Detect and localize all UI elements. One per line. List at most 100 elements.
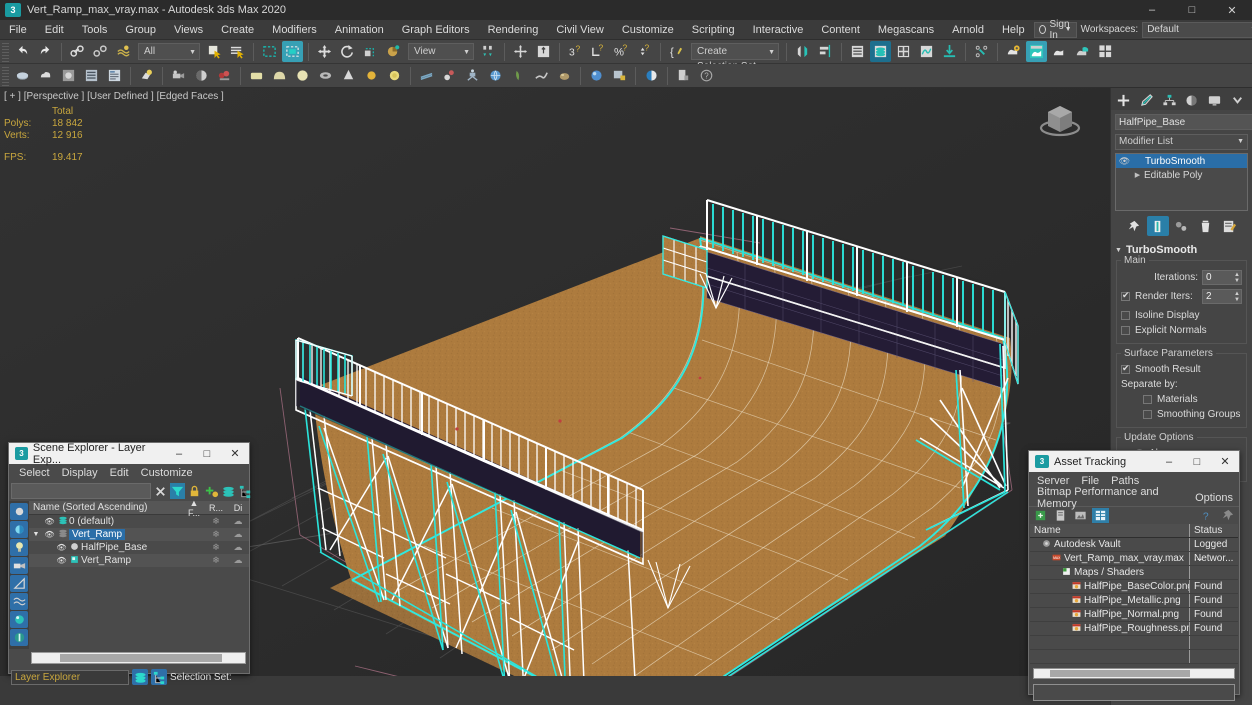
layer-explorer-mode-icon[interactable] bbox=[132, 669, 148, 685]
particle-system-icon[interactable] bbox=[439, 65, 460, 86]
frozen-cell[interactable]: ❄ bbox=[205, 555, 227, 566]
dynamics-icon[interactable] bbox=[554, 65, 575, 86]
max-script-icon[interactable] bbox=[673, 65, 694, 86]
viewport-label[interactable]: [ + ] [Perspective ] [User Defined ] [Ed… bbox=[4, 91, 224, 102]
maximize-button[interactable]: □ bbox=[1183, 451, 1211, 472]
align-icon[interactable] bbox=[815, 41, 836, 62]
isoline-display-checkbox[interactable] bbox=[1121, 311, 1130, 320]
menu-customize[interactable]: Customize bbox=[613, 20, 683, 40]
spinner-arrows-icon[interactable]: ▲ ▼ bbox=[1234, 272, 1240, 284]
cameras-filter-icon[interactable] bbox=[10, 557, 28, 574]
selection-filter-combo[interactable]: All ▼ bbox=[138, 43, 200, 60]
material-editor-icon[interactable] bbox=[12, 65, 33, 86]
systems-icon[interactable] bbox=[462, 65, 483, 86]
select-invert-icon[interactable] bbox=[10, 521, 28, 538]
select-by-name-icon[interactable] bbox=[227, 41, 248, 62]
modifier-list-dropdown[interactable]: Modifier List ▼ bbox=[1115, 134, 1248, 150]
menu-civil-view[interactable]: Civil View bbox=[547, 20, 612, 40]
pin-icon[interactable] bbox=[1219, 508, 1236, 523]
eye-icon[interactable]: 👁 bbox=[55, 543, 68, 552]
undo-icon[interactable] bbox=[12, 41, 33, 62]
asset-tracking-dialog[interactable]: 3 Asset Tracking – □ ✕ Server File Paths… bbox=[1028, 450, 1240, 701]
column-status[interactable]: Status bbox=[1190, 524, 1238, 537]
hair-fur-icon[interactable] bbox=[508, 65, 529, 86]
display-tab-icon[interactable] bbox=[1204, 90, 1225, 110]
menu-display[interactable]: Display bbox=[56, 467, 104, 479]
menu-customize[interactable]: Customize bbox=[135, 467, 199, 479]
workspace-select[interactable]: Default ▼ bbox=[1142, 21, 1252, 38]
help-icon[interactable]: ? bbox=[1199, 508, 1216, 523]
table-row[interactable]: Maps / Shaders bbox=[1030, 566, 1238, 580]
slate-material-editor-icon[interactable] bbox=[35, 65, 56, 86]
remove-modifier-icon[interactable] bbox=[1195, 216, 1217, 236]
snaps-toggle-icon[interactable] bbox=[533, 41, 554, 62]
hierarchy-mode-icon[interactable] bbox=[151, 669, 167, 685]
smoothing-groups-row[interactable]: Smoothing Groups bbox=[1121, 407, 1242, 422]
geosphere-icon[interactable] bbox=[485, 65, 506, 86]
explorer-mode-label[interactable]: Layer Explorer bbox=[11, 669, 129, 685]
column-frozen[interactable]: ▲ F... bbox=[183, 498, 205, 518]
menu-content[interactable]: Content bbox=[812, 20, 869, 40]
toolbar-grip[interactable] bbox=[2, 41, 9, 62]
materials-checkbox[interactable] bbox=[1143, 395, 1152, 404]
table-row[interactable]: Autodesk Vault Logged ... bbox=[1030, 538, 1238, 563]
menu-modifiers[interactable]: Modifiers bbox=[263, 20, 326, 40]
configure-modifier-sets-icon[interactable] bbox=[1219, 216, 1241, 236]
menu-arnold[interactable]: Arnold bbox=[943, 20, 993, 40]
render-cell[interactable]: ☁ bbox=[227, 555, 249, 566]
rendered-frame-window-icon[interactable] bbox=[1026, 41, 1047, 62]
bind-to-space-warp-icon[interactable] bbox=[113, 41, 134, 62]
eye-icon[interactable]: 👁 bbox=[43, 517, 56, 526]
list-item[interactable]: 👁 Vert_Ramp ❄ ☁ bbox=[29, 554, 249, 567]
menu-scripting[interactable]: Scripting bbox=[683, 20, 744, 40]
smooth-result-checkbox[interactable] bbox=[1121, 363, 1130, 374]
menu-select[interactable]: Select bbox=[13, 467, 56, 479]
make-unique-icon[interactable] bbox=[1171, 216, 1193, 236]
menu-bitmap-performance[interactable]: Bitmap Performance and Memory bbox=[1031, 486, 1189, 510]
compound-object-icon[interactable] bbox=[586, 65, 607, 86]
frozen-cell[interactable]: ❄ bbox=[205, 542, 227, 553]
isoline-display-row[interactable]: Isoline Display bbox=[1121, 308, 1242, 323]
window-crossing-icon[interactable] bbox=[282, 41, 303, 62]
table-row[interactable]: HalfPipe_Normal.png Found bbox=[1030, 608, 1238, 622]
light-icon[interactable] bbox=[136, 65, 157, 86]
help-icon[interactable]: ? bbox=[696, 65, 717, 86]
spacewarps-filter-icon[interactable] bbox=[10, 593, 28, 610]
list-item[interactable]: ▼ 👁 Vert_Ramp ❄ ☁ bbox=[29, 528, 249, 541]
table-row[interactable]: HalfPipe_BaseColor.png Found bbox=[1030, 580, 1238, 594]
curve-editor-icon[interactable] bbox=[916, 41, 937, 62]
menu-options[interactable]: Options bbox=[1189, 492, 1239, 504]
groups-filter-icon[interactable] bbox=[10, 611, 28, 628]
utilities-tab-icon[interactable] bbox=[1227, 90, 1248, 110]
project-folder-icon[interactable] bbox=[939, 41, 960, 62]
object-name-input[interactable] bbox=[1115, 114, 1252, 130]
open-explorer-icon[interactable] bbox=[641, 65, 662, 86]
spinner-arrows-icon[interactable]: ▲ ▼ bbox=[1234, 291, 1240, 303]
scene-converter-icon[interactable] bbox=[971, 41, 992, 62]
menu-megascans[interactable]: Megascans bbox=[869, 20, 943, 40]
column-display[interactable]: Dі bbox=[227, 503, 249, 513]
percent-snap-icon[interactable]: %? bbox=[611, 41, 632, 62]
camera-icon[interactable] bbox=[168, 65, 189, 86]
render-iters-spinner[interactable]: 2 ▲ ▼ bbox=[1202, 288, 1242, 304]
render-production-icon[interactable] bbox=[1049, 41, 1070, 62]
minimize-button[interactable]: – bbox=[1155, 451, 1183, 472]
select-and-move-icon[interactable] bbox=[314, 41, 335, 62]
scene-explorer-dialog[interactable]: 3 Scene Explorer - Layer Exp... – □ ✕ Se… bbox=[8, 442, 251, 685]
cone-primitive-icon[interactable] bbox=[338, 65, 359, 86]
close-button[interactable]: ✕ bbox=[1212, 0, 1252, 20]
edit-named-selection-sets-icon[interactable]: { bbox=[666, 41, 687, 62]
column-name[interactable]: Name (Sorted Ascending) bbox=[29, 502, 183, 513]
minimize-button[interactable]: – bbox=[165, 443, 193, 464]
expand-arrow-icon[interactable]: ▼ bbox=[29, 531, 43, 538]
torus-primitive-icon[interactable] bbox=[315, 65, 336, 86]
activeshade-icon[interactable] bbox=[1095, 41, 1116, 62]
clear-search-icon[interactable] bbox=[153, 483, 168, 499]
hierarchy-tab-icon[interactable] bbox=[1159, 90, 1180, 110]
cylinder-primitive-icon[interactable] bbox=[292, 65, 313, 86]
show-end-result-icon[interactable] bbox=[1146, 216, 1169, 236]
modifier-stack-item-editable-poly[interactable]: ▶ Editable Poly bbox=[1116, 168, 1247, 182]
scene-security-icon[interactable] bbox=[609, 65, 630, 86]
shapes-icon[interactable] bbox=[416, 65, 437, 86]
sun-light-icon[interactable] bbox=[361, 65, 382, 86]
